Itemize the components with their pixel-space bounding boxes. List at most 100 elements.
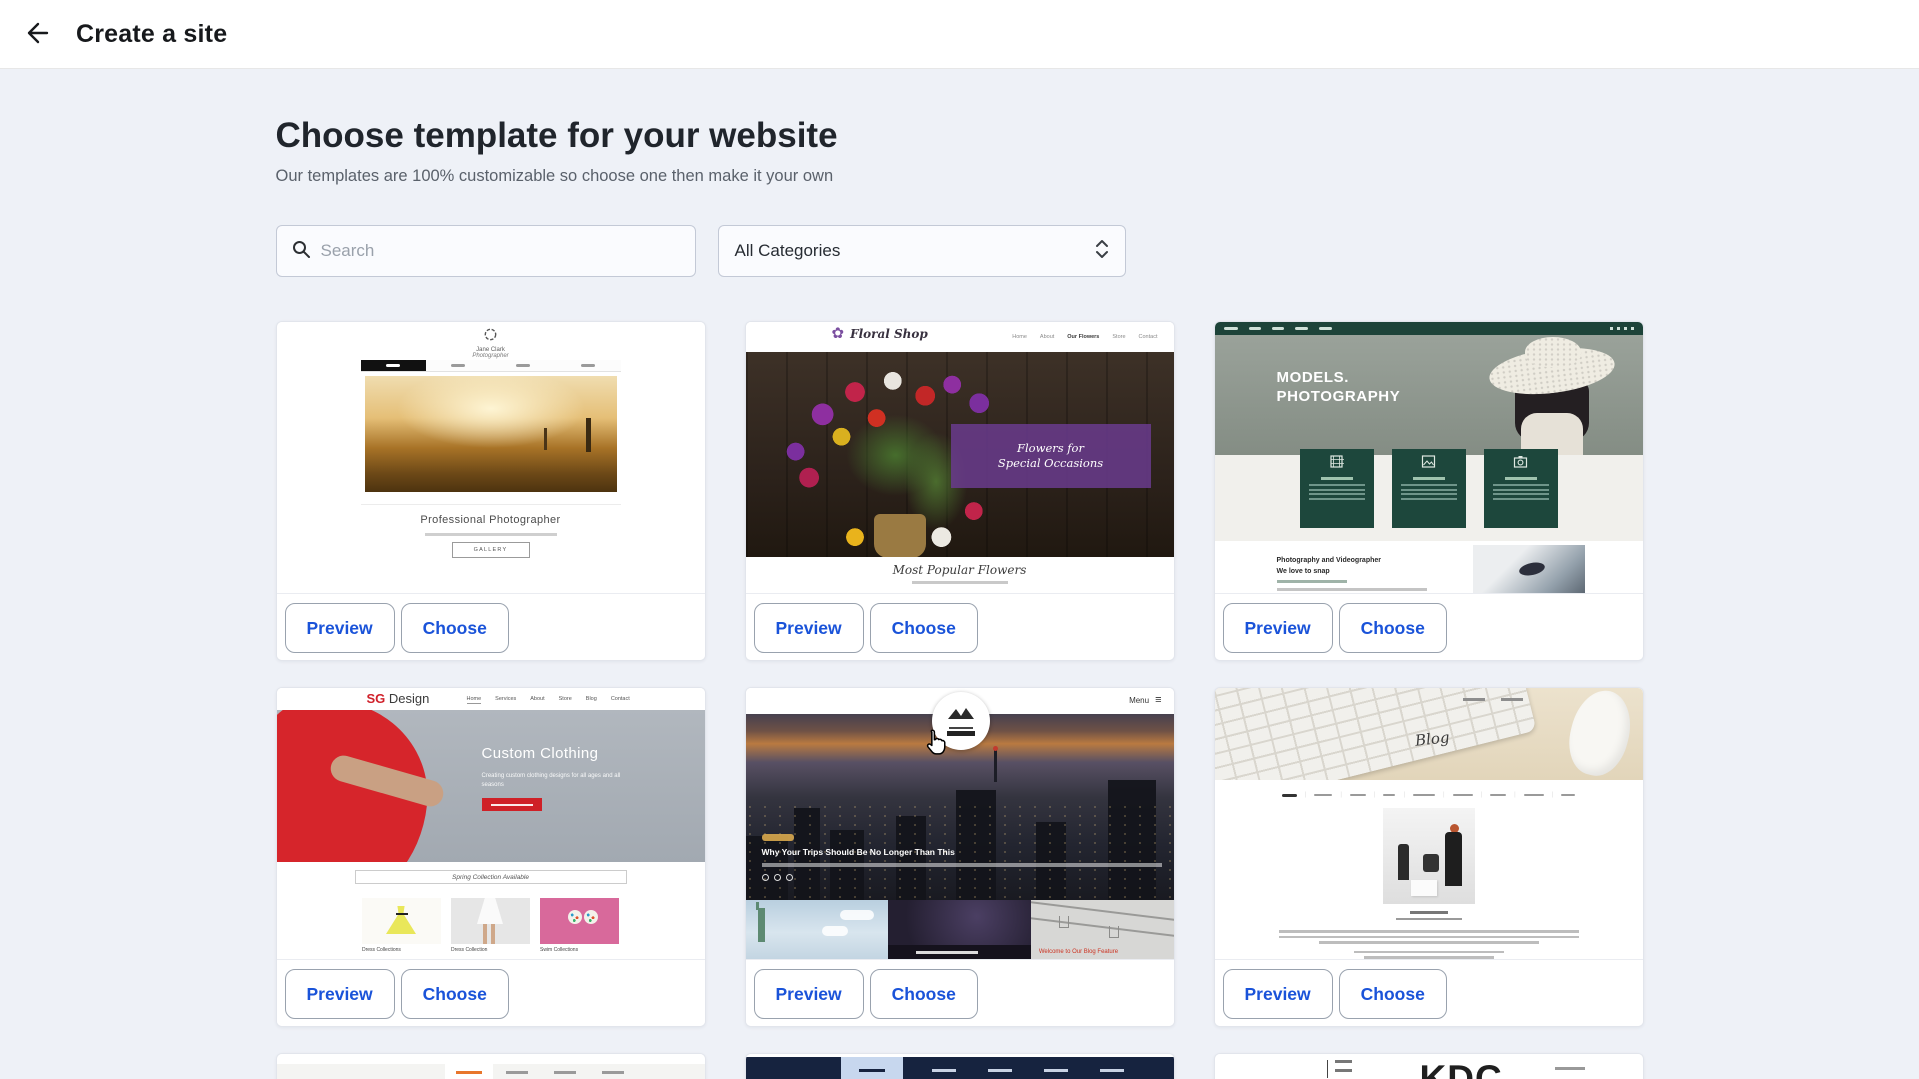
template-preview-8 [746, 1054, 1174, 1079]
search-input[interactable] [321, 241, 681, 261]
mini-nav-dark [746, 1057, 1174, 1079]
mini-nav [277, 1064, 705, 1079]
template-card-kdc[interactable]: KDC [1214, 1053, 1644, 1079]
menu-label: Menu [1129, 696, 1149, 705]
preview-button[interactable]: Preview [754, 603, 864, 653]
feature-card-videography [1300, 449, 1374, 528]
template-card-7[interactable] [276, 1053, 706, 1079]
mini-nav-tab [426, 360, 491, 371]
choose-button[interactable]: Choose [1339, 603, 1447, 653]
choose-button[interactable]: Choose [1339, 969, 1447, 1019]
preview-button[interactable]: Preview [1223, 603, 1333, 653]
mini-nav-link: About [1040, 334, 1054, 340]
template-preview-floral-shop: ✿ Floral Shop Home About Our Flowers Sto… [746, 322, 1174, 593]
mini-feature-cards [1215, 449, 1643, 528]
text-placeholder-line [1277, 588, 1427, 591]
mini-nav-link: Home [467, 696, 482, 704]
hero-line1: MODELS. [1277, 368, 1401, 387]
thumb-caption: Dress Collection [451, 947, 530, 953]
template-preview-travel-blog: Menu ≡ Why Your Trips Should [746, 688, 1174, 959]
template-card-photographer[interactable]: Jane Clark Photographer Profession [276, 321, 706, 661]
post-thumbnails: Welcome to Our Blog Feature [746, 900, 1174, 959]
template-card-sg-design[interactable]: SG Design Home Services About Store Blog… [276, 687, 706, 1027]
text-placeholder-line [1401, 484, 1457, 486]
mini-nav-item [1314, 794, 1332, 797]
text-placeholder-line [1354, 951, 1504, 954]
thumb-caption: Welcome to Our Blog Feature [1039, 949, 1118, 955]
preview-button[interactable]: Preview [1223, 969, 1333, 1019]
mini-hero-title: Custom Clothing [482, 745, 599, 762]
mini-section-title: Most Popular Flowers [746, 563, 1174, 577]
mini-nav-item [1350, 794, 1366, 797]
camera-icon [1513, 455, 1528, 472]
leg-shape [491, 924, 495, 944]
text-placeholder-line [1309, 484, 1365, 486]
template-card-blog[interactable]: Blog | | | | | | | | [1214, 687, 1644, 1027]
hero-line2: PHOTOGRAPHY [1277, 387, 1401, 406]
text-placeholder-line [1401, 489, 1457, 491]
flower-icon: ✿ [832, 326, 845, 341]
choose-button[interactable]: Choose [870, 969, 978, 1019]
avatar-dots [762, 874, 793, 881]
preview-button[interactable]: Preview [285, 969, 395, 1019]
mini-section-title: Photography and Videographer [1277, 557, 1382, 564]
card-actions: Preview Choose [277, 959, 705, 1027]
vase [874, 514, 926, 558]
mini-header: ✿ Floral Shop Home About Our Flowers Sto… [746, 322, 1174, 352]
mini-nav-item [1044, 1069, 1068, 1072]
template-card-floral-shop[interactable]: ✿ Floral Shop Home About Our Flowers Sto… [745, 321, 1175, 661]
select-spinner-icon [1095, 238, 1109, 265]
choose-button[interactable]: Choose [401, 969, 509, 1019]
template-card-models-photography[interactable]: MODELS. PHOTOGRAPHY [1214, 321, 1644, 661]
feature-label-bar [1413, 477, 1445, 480]
model-hero: MODELS. PHOTOGRAPHY [1215, 335, 1643, 455]
mini-nav-item [1272, 327, 1284, 330]
divider [361, 504, 621, 505]
template-card-travel-blog[interactable]: Menu ≡ Why Your Trips Should [745, 687, 1175, 1027]
choose-button[interactable]: Choose [401, 603, 509, 653]
search-box[interactable] [276, 225, 696, 277]
mini-brand: KDC [1420, 1058, 1503, 1079]
clothing-hero: Custom Clothing Creating custom clothing… [277, 710, 705, 862]
template-card-8[interactable] [745, 1053, 1175, 1079]
brand-rest: Design [389, 691, 429, 706]
text-placeholder-line [1309, 489, 1365, 491]
swimwear-photo [540, 898, 619, 944]
mini-site-logo: SG Design [367, 691, 430, 706]
category-select[interactable]: All Categories [718, 225, 1126, 277]
mini-hero-subtitle: Creating custom clothing designs for all… [482, 772, 642, 790]
dress-shape [477, 898, 503, 924]
back-button[interactable] [16, 14, 56, 54]
thumb-caption: Swim Collections [540, 947, 619, 953]
text-placeholder-line [1364, 956, 1494, 959]
text-placeholder-line [762, 863, 1162, 867]
hero-overlay-box: Flowers for Special Occasions [951, 424, 1151, 488]
mountain-icon [947, 707, 975, 725]
mini-site: Jane Clark Photographer Profession [361, 322, 621, 593]
preview-button[interactable]: Preview [285, 603, 395, 653]
white-dress-photo [451, 898, 530, 944]
text-placeholder-line [912, 581, 1008, 584]
search-icon [291, 239, 311, 264]
mini-nav-link: Contact [1139, 334, 1158, 340]
text-placeholder-line [1493, 493, 1549, 495]
thumb-ski-lift: Welcome to Our Blog Feature [1031, 900, 1174, 959]
preview-button[interactable]: Preview [754, 969, 864, 1019]
collection-thumbnails: Dress Collections Dress Collection [277, 898, 705, 953]
card-actions: Preview Choose [277, 593, 705, 661]
mini-nav-item [1249, 327, 1261, 330]
category-select-value: All Categories [735, 241, 841, 261]
mini-nav-tab [445, 1064, 493, 1079]
choose-button[interactable]: Choose [870, 603, 978, 653]
mini-nav-link: Store [1112, 334, 1125, 340]
statue-silhouette [758, 908, 765, 942]
mini-nav-item [1561, 794, 1575, 797]
thumb-caption-bar [916, 951, 978, 954]
mini-nav-tab [493, 1064, 541, 1079]
mini-hero-title: MODELS. PHOTOGRAPHY [1277, 368, 1401, 406]
arrow-left-icon [22, 19, 50, 50]
collection-item: Swim Collections [540, 898, 619, 953]
tulip-hero-photo: Flowers for Special Occasions [746, 352, 1174, 557]
text-placeholder-line [1493, 489, 1549, 491]
spire-light [993, 746, 998, 751]
